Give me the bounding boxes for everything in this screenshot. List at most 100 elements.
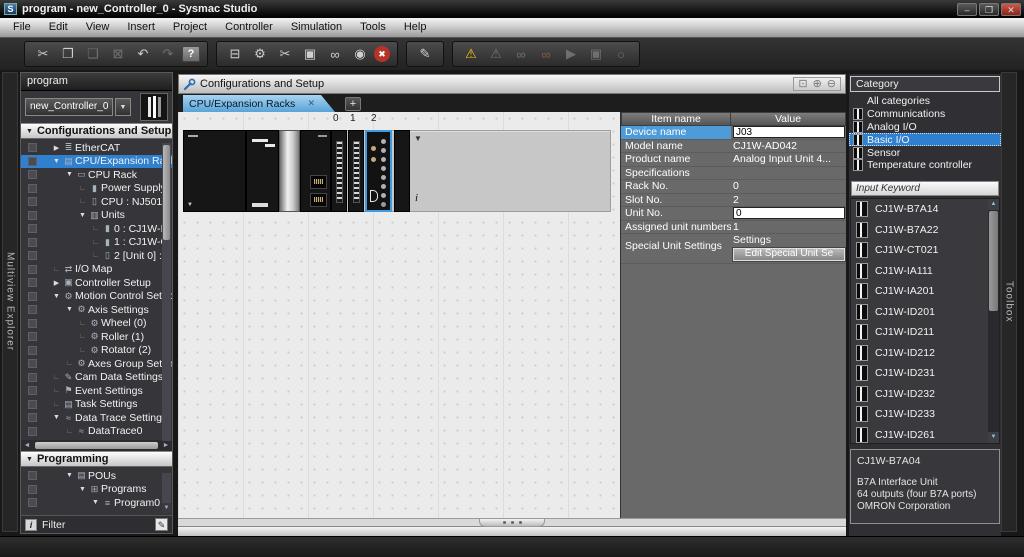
check-all-programs-icon[interactable]: ∞ bbox=[535, 44, 557, 64]
programming-tree-scrollbar[interactable]: ▼ bbox=[162, 473, 171, 513]
property-row[interactable]: Specifications bbox=[621, 167, 846, 181]
close-button[interactable]: ✕ bbox=[1001, 3, 1021, 16]
rack-collapse-icon[interactable]: ▼ bbox=[414, 134, 422, 143]
tree-horizontal-scrollbar[interactable]: ◄ ► bbox=[21, 440, 172, 451]
property-value-input[interactable] bbox=[733, 207, 845, 219]
tree-expander-icon[interactable]: ∟ bbox=[77, 185, 88, 192]
tree-item[interactable]: ▼ ▥ Units bbox=[21, 209, 172, 223]
tree-expander-icon[interactable]: ▼ bbox=[90, 499, 101, 506]
splitter-handle[interactable] bbox=[479, 519, 545, 527]
search-icon[interactable]: ◉ bbox=[349, 44, 371, 64]
tree-item[interactable]: ∟ ▮ Power Supply : bbox=[21, 182, 172, 196]
tree-expander-icon[interactable]: ∟ bbox=[90, 239, 101, 246]
slot-1-unit[interactable] bbox=[348, 130, 364, 212]
menu-item[interactable]: View bbox=[77, 18, 119, 37]
tree-item[interactable]: ∟ ⚙ Roller (1) bbox=[21, 330, 172, 344]
menu-item[interactable]: Project bbox=[164, 18, 216, 37]
pin-icon[interactable]: ⊡ bbox=[798, 78, 807, 90]
tree-expander-icon[interactable]: ∟ bbox=[64, 428, 75, 435]
monitor-icon[interactable]: ▣ bbox=[299, 44, 321, 64]
simulation-stop-icon[interactable]: ○ bbox=[610, 44, 632, 64]
tree-item[interactable]: ▼ ▤ POUs bbox=[21, 469, 172, 483]
restore-button[interactable]: ❐ bbox=[979, 3, 999, 16]
tree-expander-icon[interactable]: ∟ bbox=[51, 387, 62, 394]
controller-select[interactable]: new_Controller_0 bbox=[25, 98, 113, 116]
tree-expander-icon[interactable]: ∟ bbox=[51, 266, 62, 273]
tree-expander-icon[interactable]: ∟ bbox=[77, 320, 88, 327]
tree-item[interactable]: ▼ ⚙ Axis Settings bbox=[21, 303, 172, 317]
property-row[interactable]: Slot No. 2 2 bbox=[621, 194, 846, 208]
toolbox-strip[interactable]: Toolbox bbox=[1001, 72, 1017, 532]
multiview-explorer-strip[interactable]: Multiview Explorer bbox=[2, 72, 18, 532]
tree-item[interactable]: ▼ ▭ CPU Rack bbox=[21, 168, 172, 182]
simulation-step-icon[interactable]: ▣ bbox=[585, 44, 607, 64]
tree-expander-icon[interactable]: ▶ bbox=[51, 144, 62, 152]
minimize-button[interactable]: – bbox=[957, 3, 977, 16]
tree-item[interactable]: ▼ ≡ Program0 bbox=[21, 496, 172, 509]
menu-item[interactable]: File bbox=[4, 18, 40, 37]
tree-expander-icon[interactable]: ∟ bbox=[64, 360, 75, 367]
tree-item[interactable]: ▼ ≈ Data Trace Settings bbox=[21, 411, 172, 425]
category-item[interactable]: Communications bbox=[849, 108, 1001, 121]
tree-expander-icon[interactable]: ▶ bbox=[51, 279, 62, 287]
tree-item[interactable]: ∟ ⚑ Event Settings bbox=[21, 384, 172, 398]
category-item[interactable]: Basic I/O bbox=[849, 133, 1001, 146]
tree-item[interactable]: ∟ ⚙ Axes Group Settings bbox=[21, 357, 172, 371]
editor-horizontal-scrollbar[interactable] bbox=[178, 526, 846, 536]
add-tab-button[interactable]: + bbox=[345, 97, 361, 111]
tree-expander-icon[interactable]: ▼ bbox=[64, 472, 75, 479]
toolbox-unit-item[interactable]: CJ1W-IA201 bbox=[851, 281, 988, 302]
watch-window-icon[interactable]: ∞ bbox=[324, 44, 346, 64]
tree-expander-icon[interactable]: ▼ bbox=[64, 171, 75, 178]
copy-icon[interactable]: ❐ bbox=[57, 44, 79, 64]
delete-icon[interactable]: ⊠ bbox=[107, 44, 129, 64]
keyword-search-input[interactable] bbox=[851, 181, 999, 196]
filter-edit-icon[interactable]: ✎ bbox=[155, 518, 168, 531]
menu-item[interactable]: Controller bbox=[216, 18, 282, 37]
cut-icon[interactable]: ✂ bbox=[32, 44, 54, 64]
tree-expander-icon[interactable]: ∟ bbox=[51, 401, 62, 408]
tree-item[interactable]: ▼ ⚙ Motion Control Setup bbox=[21, 290, 172, 304]
scroll-left-icon[interactable]: ◄ bbox=[21, 442, 33, 449]
toolbox-unit-item[interactable]: CJ1W-ID232 bbox=[851, 383, 988, 404]
tree-expander-icon[interactable]: ▼ bbox=[77, 212, 88, 219]
build-controller-icon[interactable]: ⚙ bbox=[249, 44, 271, 64]
toolbox-unit-item[interactable]: CJ1W-ID231 bbox=[851, 363, 988, 384]
scrollbar-thumb[interactable] bbox=[163, 145, 170, 240]
cpu-unit-front[interactable] bbox=[246, 130, 279, 212]
scroll-down-icon[interactable]: ▼ bbox=[162, 503, 171, 513]
tree-expander-icon[interactable]: ▼ bbox=[77, 486, 88, 493]
menu-item[interactable]: Simulation bbox=[282, 18, 351, 37]
tree-item[interactable]: ∟ ▮ 0 : CJ1W-ID bbox=[21, 222, 172, 236]
category-item[interactable]: Temperature controller bbox=[849, 159, 1001, 172]
troubleshoot-icon[interactable]: ✖ bbox=[374, 46, 390, 62]
toolbox-unit-item[interactable]: CJ1W-ID212 bbox=[851, 342, 988, 363]
unit-list-scrollbar[interactable]: ▲ ▼ bbox=[988, 199, 999, 443]
rebuild-icon[interactable]: ⚠ bbox=[485, 44, 507, 64]
rack-canvas[interactable]: 012 ▼ bbox=[178, 112, 621, 518]
edit-special-unit-settings-button[interactable]: Edit Special Unit Se bbox=[733, 248, 845, 261]
tree-item[interactable]: ∟ ✎ Cam Data Settings bbox=[21, 371, 172, 385]
tree-item[interactable]: ∟ ⇄ I/O Map bbox=[21, 263, 172, 277]
programming-section-header[interactable]: ▼ Programming bbox=[21, 451, 172, 467]
tree-item[interactable]: ∟ ▯ 2 [Unit 0] : bbox=[21, 249, 172, 263]
tree-expander-icon[interactable]: ▼ bbox=[51, 158, 62, 165]
tree-vertical-scrollbar[interactable] bbox=[162, 143, 171, 441]
help-icon[interactable]: ? bbox=[182, 46, 200, 62]
toolbox-unit-item[interactable]: CJ1W-ID211 bbox=[851, 322, 988, 343]
controller-select-arrow-icon[interactable]: ▼ bbox=[115, 98, 131, 116]
property-row[interactable]: Model name CJ1W-AD042 CJ1W-AD042 bbox=[621, 140, 846, 154]
scrollbar-thumb[interactable] bbox=[35, 442, 158, 449]
transfer-trim-icon[interactable]: ✂ bbox=[274, 44, 296, 64]
menu-item[interactable]: Insert bbox=[118, 18, 164, 37]
tree-item[interactable]: ▼ ⊞ Programs bbox=[21, 483, 172, 497]
tree-expander-icon[interactable]: ▼ bbox=[51, 414, 62, 421]
category-item[interactable]: Sensor bbox=[849, 146, 1001, 159]
tree-expander-icon[interactable]: ∟ bbox=[51, 374, 62, 381]
menu-item[interactable]: Edit bbox=[40, 18, 77, 37]
project-transfer-icon[interactable]: ⊟ bbox=[224, 44, 246, 64]
filter-label[interactable]: Filter bbox=[42, 519, 65, 531]
tree-item[interactable]: ∟ ▯ CPU : NJ501-15 bbox=[21, 195, 172, 209]
toolbox-unit-item[interactable]: CJ1W-B7A22 bbox=[851, 219, 988, 240]
tree-item[interactable]: ▶ ≣ EtherCAT bbox=[21, 141, 172, 155]
